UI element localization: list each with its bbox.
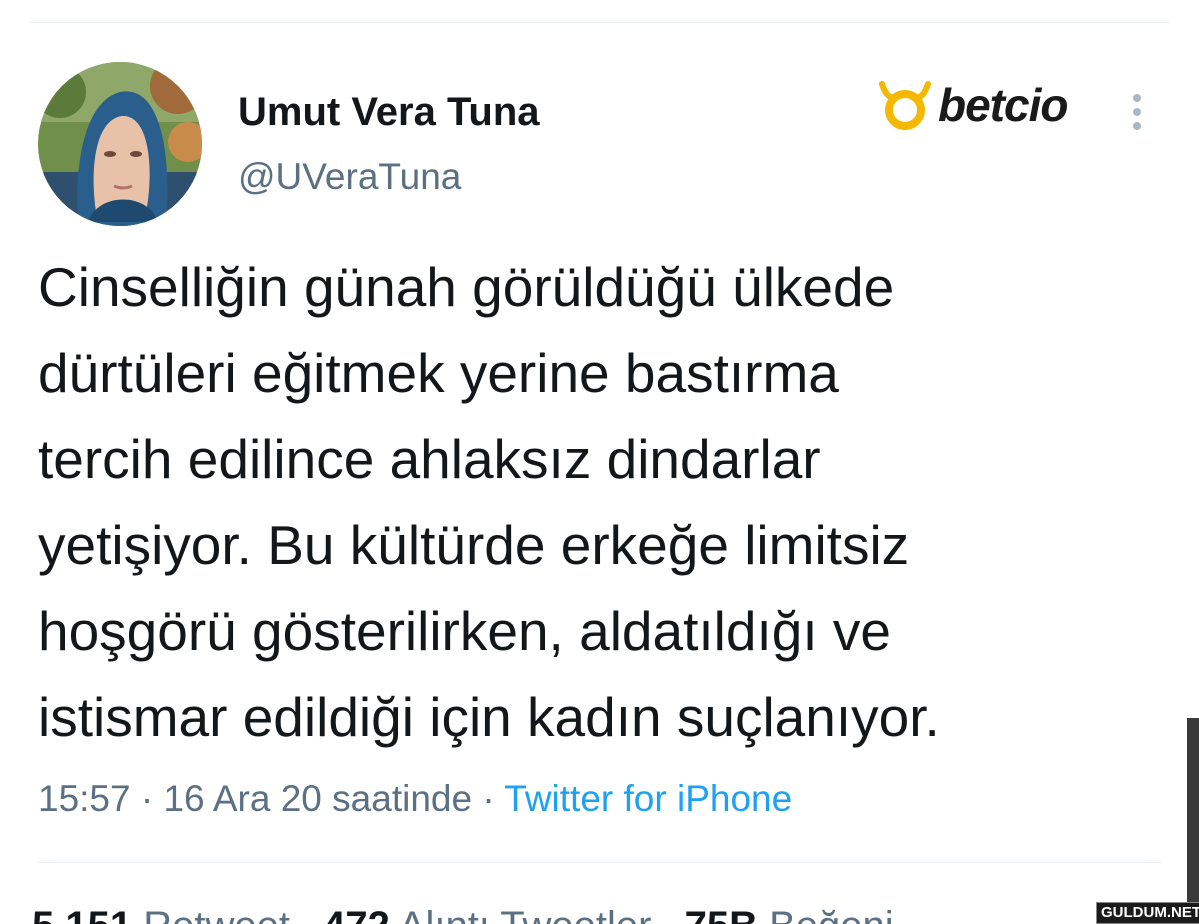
tweet-stats: 5.151 Retweet 472 Alıntı Tweetler 75B Be… [32, 904, 916, 924]
tweet-text-line: Cinselliğin günah görüldüğü ülkede [38, 256, 895, 318]
scrollbar[interactable] [1187, 718, 1199, 924]
brand-logo-text: betcio [938, 79, 1068, 131]
quotes-stat[interactable]: 472 Alıntı Tweetler [323, 904, 651, 924]
tweet-text-line: hoşgörü gösterilirken, aldatıldığı ve [38, 600, 891, 662]
watermark: GULDUM.NET [1096, 902, 1199, 924]
tweet-text-line: yetişiyor. Bu kültürde erkeğe limitsiz [38, 514, 910, 576]
betcio-logo-icon [879, 81, 931, 130]
tweet-text: Cinselliğin günah görüldüğü ülkede dürtü… [38, 244, 1148, 760]
likes-label: Beğeni [769, 904, 894, 924]
avatar[interactable] [38, 62, 202, 226]
tweet-text-line: tercih edilince ahlaksız dindarlar [38, 428, 821, 490]
tweet-text-line: istismar edildiği için kadın suçlanıyor. [38, 686, 940, 748]
tweet-text-line: dürtüleri eğitmek yerine bastırma [38, 342, 839, 404]
more-vertical-icon[interactable] [1122, 90, 1152, 134]
likes-stat[interactable]: 75B Beğeni [685, 904, 894, 924]
retweets-label: Retweet [143, 904, 290, 924]
retweets-stat[interactable]: 5.151 Retweet [32, 904, 290, 924]
tweet-timestamp[interactable]: 15:57 · 16 Ara 20 saatinde · [38, 778, 495, 819]
quotes-count: 472 [323, 904, 390, 924]
brand-logo: betcio [876, 76, 1068, 134]
user-handle[interactable]: @UVeraTuna [238, 156, 461, 198]
tweet-meta: 15:57 · 16 Ara 20 saatinde · Twitter for… [38, 778, 792, 820]
retweets-count: 5.151 [32, 904, 132, 924]
quotes-label: Alıntı Tweetler [399, 904, 652, 924]
tweet-source-link[interactable]: Twitter for iPhone [504, 778, 792, 819]
top-divider [30, 22, 1169, 23]
bottom-divider [38, 862, 1161, 863]
likes-count: 75B [685, 904, 758, 924]
avatar-image [38, 62, 202, 226]
display-name[interactable]: Umut Vera Tuna [238, 90, 540, 135]
tweet-page: Umut Vera Tuna @UVeraTuna betcio Cinsell… [0, 0, 1199, 924]
